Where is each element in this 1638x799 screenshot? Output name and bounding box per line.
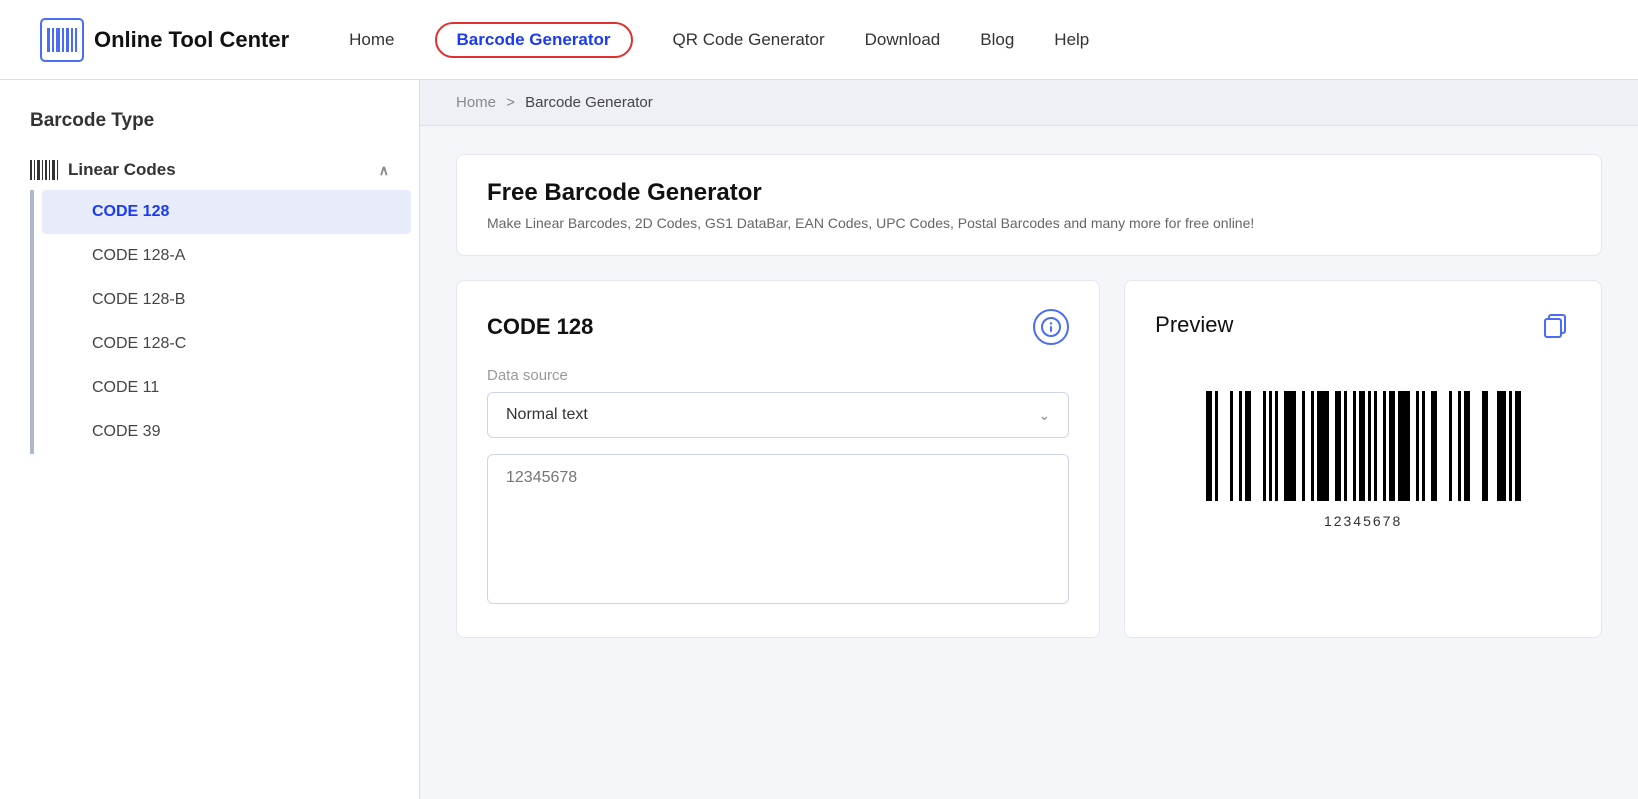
logo-area: Online Tool Center [40, 18, 289, 62]
sidebar-section-linear-codes[interactable]: Linear Codes ∧ [0, 150, 419, 190]
nav-barcode-generator[interactable]: Barcode Generator [435, 22, 633, 58]
nav-blog[interactable]: Blog [980, 30, 1014, 50]
main-content: Home > Barcode Generator Free Barcode Ge… [420, 80, 1638, 799]
breadcrumb-separator: > [506, 94, 515, 111]
sidebar-item-code128b[interactable]: CODE 128-B [42, 278, 411, 322]
data-source-dropdown[interactable]: Normal text ⌄ [487, 392, 1069, 438]
sidebar-section-label: Linear Codes [68, 160, 176, 180]
dropdown-value: Normal text [506, 406, 588, 424]
barcode-icon [30, 160, 58, 180]
sidebar-item-code128c[interactable]: CODE 128-C [42, 322, 411, 366]
left-panel: CODE 128 Data source Normal text ⌄ [456, 280, 1100, 638]
chevron-up-icon: ∧ [379, 162, 389, 179]
logo-text: Online Tool Center [94, 27, 289, 53]
page-header-block: Free Barcode Generator Make Linear Barco… [456, 154, 1602, 256]
sidebar-item-code128[interactable]: CODE 128 [42, 190, 411, 234]
barcode-preview: 12345678 [1155, 371, 1571, 549]
main-nav: Home Barcode Generator QR Code Generator… [349, 22, 1598, 58]
page-title: Free Barcode Generator [487, 179, 1571, 207]
chevron-down-icon: ⌄ [1038, 407, 1050, 424]
breadcrumb-home[interactable]: Home [456, 94, 496, 111]
panel-title-row: CODE 128 [487, 309, 1069, 345]
breadcrumb-current: Barcode Generator [525, 94, 653, 111]
copy-button[interactable] [1539, 309, 1571, 341]
nav-qr-code[interactable]: QR Code Generator [673, 30, 825, 50]
info-icon [1041, 317, 1061, 337]
barcode-value-label: 12345678 [1324, 513, 1402, 529]
copy-icon [1541, 311, 1569, 339]
sidebar-item-code39[interactable]: CODE 39 [42, 410, 411, 454]
page-description: Make Linear Barcodes, 2D Codes, GS1 Data… [487, 215, 1571, 231]
preview-title: Preview [1155, 312, 1233, 338]
barcode-type-title: CODE 128 [487, 314, 593, 340]
nav-download[interactable]: Download [865, 30, 941, 50]
nav-help[interactable]: Help [1054, 30, 1089, 50]
info-button[interactable] [1033, 309, 1069, 345]
header: Online Tool Center Home Barcode Generato… [0, 0, 1638, 80]
sidebar-item-code11[interactable]: CODE 11 [42, 366, 411, 410]
nav-home[interactable]: Home [349, 30, 394, 50]
data-source-label: Data source [487, 367, 1069, 384]
preview-title-row: Preview [1155, 309, 1571, 341]
sidebar: Barcode Type Linear Codes ∧ CODE 128 COD… [0, 80, 420, 799]
sidebar-item-code128a[interactable]: CODE 128-A [42, 234, 411, 278]
barcode-bars [1206, 391, 1521, 501]
panel-row: CODE 128 Data source Normal text ⌄ [456, 280, 1602, 638]
logo-icon [40, 18, 84, 62]
barcode-input[interactable] [487, 454, 1069, 604]
breadcrumb: Home > Barcode Generator [420, 80, 1638, 126]
sidebar-title: Barcode Type [0, 110, 419, 150]
layout: Barcode Type Linear Codes ∧ CODE 128 COD… [0, 80, 1638, 799]
content-area: Free Barcode Generator Make Linear Barco… [420, 126, 1638, 666]
right-panel: Preview 12345678 [1124, 280, 1602, 638]
